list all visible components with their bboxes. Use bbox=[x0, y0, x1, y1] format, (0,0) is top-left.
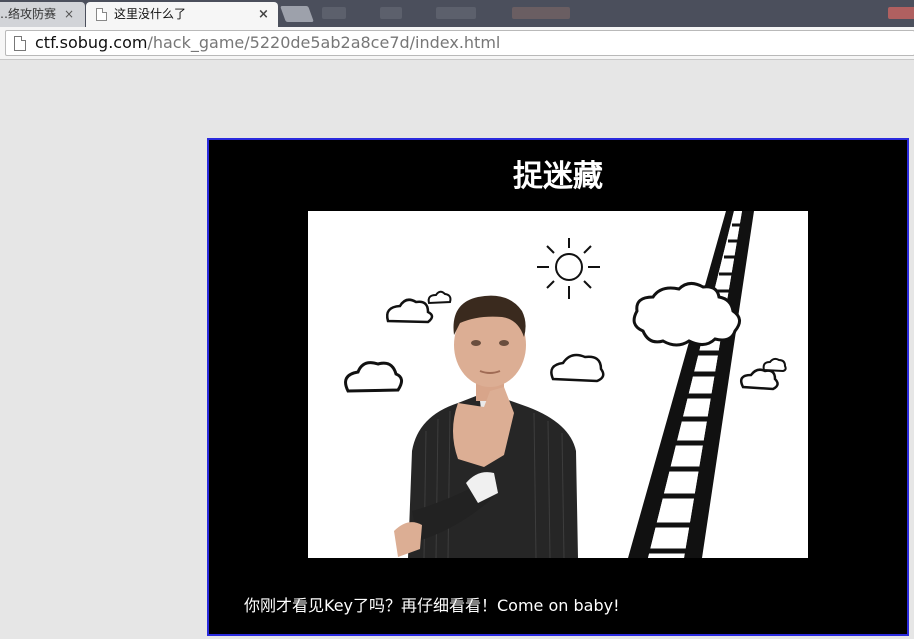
url-host: ctf.sobug.com bbox=[35, 33, 148, 52]
address-bar[interactable]: ctf.sobug.com/hack_game/5220de5ab2a8ce7d… bbox=[5, 30, 914, 56]
url-text[interactable]: ctf.sobug.com/hack_game/5220de5ab2a8ce7d… bbox=[35, 33, 500, 53]
blurred-bookmark[interactable] bbox=[888, 7, 914, 19]
close-icon[interactable]: × bbox=[64, 2, 74, 27]
tab-current[interactable]: 这里没什么了 × bbox=[86, 2, 278, 27]
tab-title: 这里没什么了 bbox=[114, 7, 187, 21]
page-title: 捉迷藏 bbox=[513, 159, 603, 194]
hint-caption: 你刚才看见Key了吗？再仔细看看！Come on baby! bbox=[244, 596, 620, 615]
url-path: /hack_game/5220de5ab2a8ce7d/index.html bbox=[147, 33, 501, 52]
page-icon bbox=[96, 8, 107, 21]
new-tab-button[interactable] bbox=[280, 6, 314, 22]
close-icon[interactable]: × bbox=[258, 2, 269, 27]
blurred-bookmark[interactable] bbox=[512, 7, 570, 19]
game-container: 捉迷藏 你刚才看见Key了吗？再仔细看看！Come on baby! bbox=[207, 138, 909, 636]
browser-tabstrip: …络攻防赛 - 3… × 这里没什么了 × bbox=[0, 0, 914, 27]
blurred-bookmark[interactable] bbox=[436, 7, 476, 19]
page-icon bbox=[14, 36, 26, 51]
tab-previous[interactable]: …络攻防赛 - 3… × bbox=[0, 2, 85, 27]
hero-image bbox=[308, 211, 808, 558]
blurred-bookmark[interactable] bbox=[322, 7, 346, 19]
blurred-bookmark[interactable] bbox=[380, 7, 402, 19]
browser-toolbar: ctf.sobug.com/hack_game/5220de5ab2a8ce7d… bbox=[0, 27, 914, 60]
tab-title: …络攻防赛 - 3… bbox=[0, 7, 58, 21]
